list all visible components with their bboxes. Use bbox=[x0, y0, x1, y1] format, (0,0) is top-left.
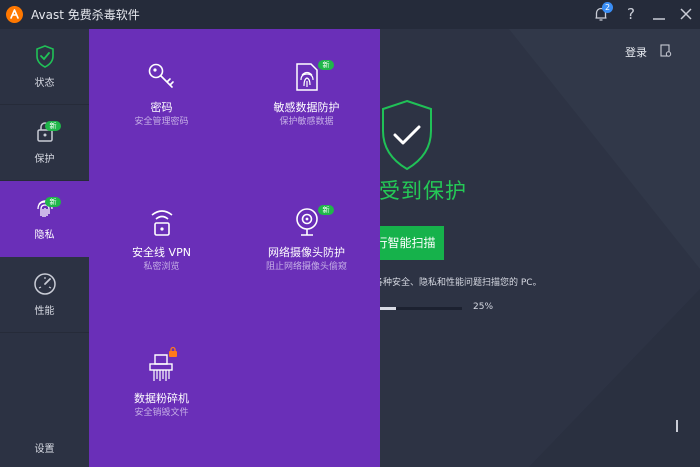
login-link[interactable]: 登录 bbox=[625, 44, 647, 60]
tile-vpn[interactable]: 安全线 VPN 私密浏览 bbox=[89, 174, 234, 320]
sidebar-item-status[interactable]: 状态 bbox=[0, 29, 89, 105]
tile-title: 数据粉碎机 bbox=[134, 392, 189, 405]
sidebar-item-label: 隐私 bbox=[34, 230, 55, 241]
help-button[interactable]: ? bbox=[622, 5, 640, 23]
tile-webcam-shield[interactable]: 新 网络摄像头防护 阻止网络摄像头偷窥 bbox=[234, 174, 379, 320]
tile-subtitle: 安全销毁文件 bbox=[134, 408, 189, 418]
notifications-button[interactable]: 2 bbox=[592, 2, 613, 23]
sidebar-item-label: 保护 bbox=[34, 154, 55, 165]
tile-title: 网络摄像头防护 bbox=[268, 246, 345, 259]
new-badge: 新 bbox=[318, 205, 334, 215]
notification-count-badge: 2 bbox=[602, 2, 613, 13]
tile-subtitle: 私密浏览 bbox=[143, 262, 180, 272]
minimize-icon bbox=[653, 18, 665, 20]
minimize-button[interactable] bbox=[650, 5, 668, 23]
tile-subtitle: 阻止网络摄像头偷窥 bbox=[265, 262, 347, 272]
tile-title: 密码 bbox=[150, 101, 173, 114]
speedometer-icon bbox=[34, 273, 56, 295]
sidebar-item-label: 状态 bbox=[34, 78, 55, 89]
protection-status-text: 受到保护 bbox=[379, 179, 467, 203]
title-bar: Avast 免费杀毒软件 2 ? bbox=[0, 0, 700, 29]
new-badge: 新 bbox=[45, 197, 61, 207]
lock-icon bbox=[169, 346, 177, 357]
sidebar-item-label: 性能 bbox=[34, 306, 55, 317]
new-badge: 新 bbox=[45, 121, 61, 131]
shield-check-icon bbox=[36, 45, 54, 68]
progress-percent: 25% bbox=[473, 302, 494, 312]
avast-logo-icon bbox=[6, 6, 23, 23]
scan-progress-bar bbox=[374, 307, 462, 310]
tile-data-shredder[interactable]: 数据粉碎机 安全销毁文件 bbox=[89, 320, 234, 467]
app-title: Avast 免费杀毒软件 bbox=[31, 8, 140, 22]
info-marker bbox=[676, 420, 678, 432]
wifi-lock-icon bbox=[151, 210, 173, 236]
tile-subtitle: 保护敏感数据 bbox=[279, 117, 334, 127]
sidebar-item-protection[interactable]: 新 保护 bbox=[0, 105, 89, 181]
settings-link[interactable]: 设置 bbox=[0, 440, 89, 455]
tile-sensitive-data[interactable]: 新 敏感数据防护 保护敏感数据 bbox=[234, 29, 379, 174]
key-icon bbox=[148, 63, 174, 88]
sidebar: 状态 新 保护 新 隐私 性能 设置 bbox=[0, 29, 89, 467]
sidebar-item-performance[interactable]: 性能 bbox=[0, 257, 89, 333]
tile-title: 安全线 VPN bbox=[132, 246, 191, 259]
scan-description: 各种安全、隐私和性能问题扫描您的 PC。 bbox=[374, 278, 542, 288]
close-button[interactable] bbox=[677, 5, 695, 23]
license-icon[interactable] bbox=[660, 44, 672, 58]
close-icon bbox=[680, 8, 692, 20]
privacy-panel: 密码 安全管理密码 新 敏感数据防护 保护敏感数据 安全线 VPN 私密浏览 新… bbox=[89, 29, 380, 467]
tile-passwords[interactable]: 密码 安全管理密码 bbox=[89, 29, 234, 174]
tile-subtitle: 安全管理密码 bbox=[134, 117, 189, 127]
help-icon: ? bbox=[627, 5, 635, 23]
new-badge: 新 bbox=[318, 60, 334, 70]
sidebar-item-privacy[interactable]: 新 隐私 bbox=[0, 181, 89, 257]
shield-check-icon bbox=[382, 99, 432, 171]
tile-title: 敏感数据防护 bbox=[273, 101, 340, 114]
